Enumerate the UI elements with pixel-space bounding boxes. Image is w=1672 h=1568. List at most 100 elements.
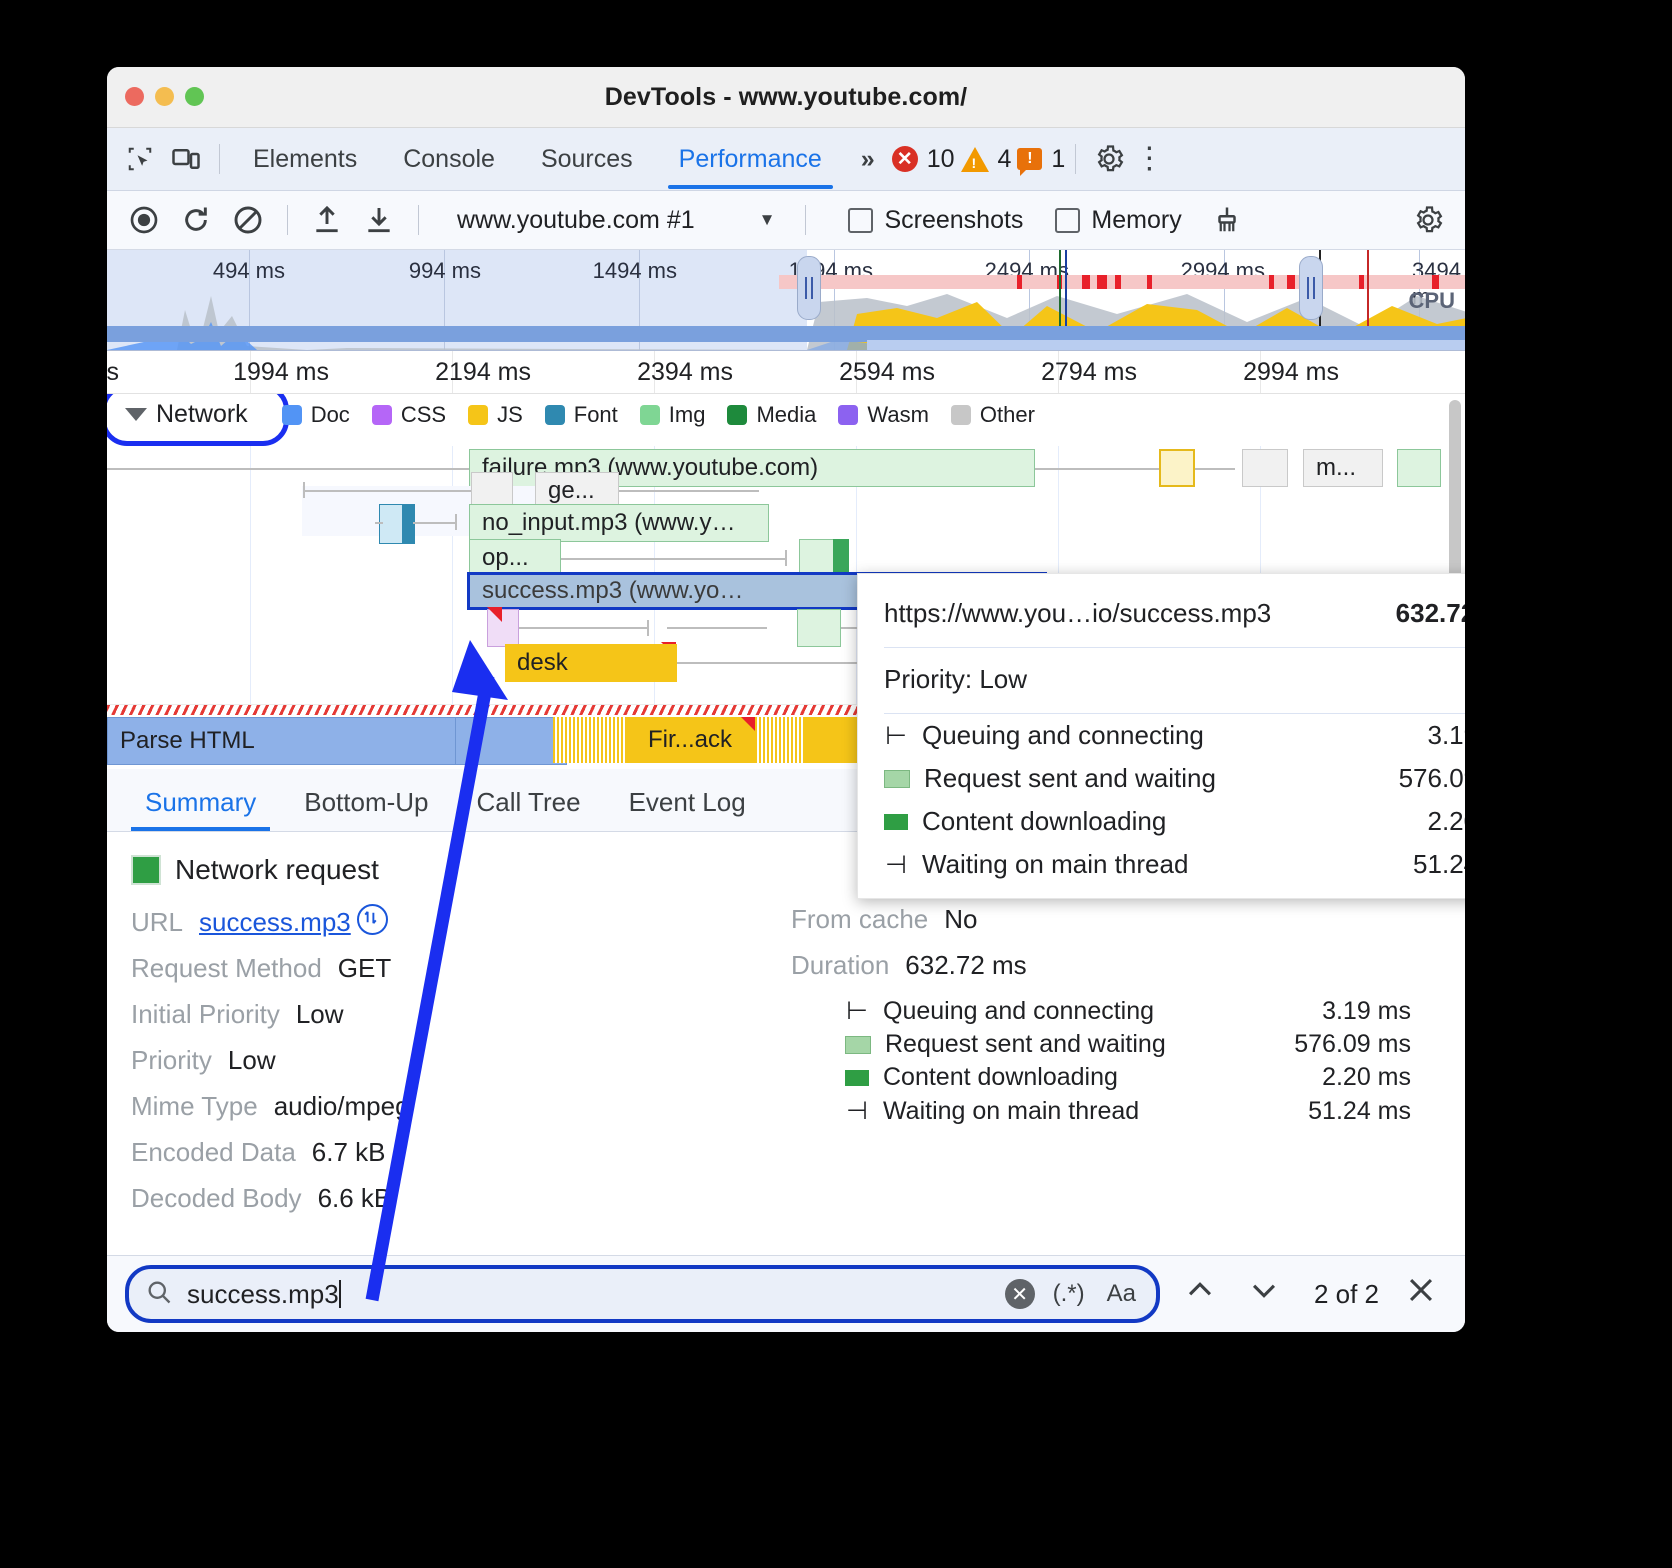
tab-performance[interactable]: Performance [656, 129, 845, 189]
summary-breakdown-content-downloading-label: Content downloading [883, 1063, 1118, 1092]
network-track-header[interactable]: Network Doc CSS JS Font Img Media Wasm O… [117, 398, 1035, 431]
flame-block-parse-html-2[interactable] [455, 717, 567, 765]
tab-summary[interactable]: Summary [121, 773, 280, 831]
perf-divider-1 [287, 205, 288, 235]
tab-sources[interactable]: Sources [518, 129, 656, 189]
memory-checkbox-box[interactable] [1055, 208, 1080, 233]
overview-left-handle[interactable] [797, 256, 821, 320]
search-match-count: 2 of 2 [1314, 1279, 1379, 1310]
network-request-bar-noinput[interactable]: no_input.mp3 (www.y… [469, 504, 769, 542]
match-case-toggle-button[interactable]: Aa [1103, 1280, 1140, 1308]
tab-console[interactable]: Console [380, 129, 518, 189]
load-profile-icon[interactable] [304, 198, 350, 242]
tooltip-row-request-sent-value: 576.09 ms [1399, 763, 1465, 794]
screenshots-checkbox-box[interactable] [848, 208, 873, 233]
tab-call-tree[interactable]: Call Tree [453, 773, 605, 831]
chevron-down-icon[interactable]: ▼ [759, 210, 776, 230]
recording-selector-label[interactable]: www.youtube.com #1 [457, 206, 695, 235]
devtools-tabbar: Elements Console Sources Performance » ✕… [107, 128, 1465, 191]
perf-divider-3 [805, 205, 806, 235]
reload-and-record-icon[interactable] [173, 198, 219, 242]
search-input[interactable]: success.mp3 [187, 1279, 991, 1310]
gear-icon[interactable] [1086, 137, 1132, 181]
bracket-end-icon: ⊣ [845, 1096, 869, 1126]
memory-checkbox[interactable]: Memory [1055, 206, 1181, 235]
tooltip-row-queuing: ⊢ Queuing and connecting 3.19 ms [884, 714, 1465, 757]
summary-key-mime-type: Mime Type [131, 1091, 258, 1122]
timeline-overview[interactable]: 494 ms 994 ms 1494 ms 1994 ms 2494 ms 29… [107, 250, 1465, 351]
search-prev-button[interactable] [1176, 1273, 1224, 1315]
perf-divider-2 [418, 205, 419, 235]
toolbar-divider [219, 144, 220, 174]
summary-row-mime-type: Mime Type audio/mpeg [131, 1091, 791, 1122]
summary-value-mime-type: audio/mpeg [274, 1091, 410, 1122]
screenshots-checkbox[interactable]: Screenshots [848, 206, 1023, 235]
overview-net-track-2 [867, 340, 1465, 350]
flame-block-parse-html[interactable]: Parse HTML [107, 717, 469, 765]
regex-toggle-button[interactable]: (.*) [1049, 1280, 1089, 1308]
network-request-bar-desk2[interactable] [645, 644, 677, 682]
issue-count[interactable]: ! 1 [1017, 145, 1065, 174]
overview-tick-1: 994 ms [409, 258, 489, 284]
more-tabs-icon[interactable]: » [845, 145, 886, 174]
network-request-bar-m[interactable]: m... [1303, 449, 1383, 487]
perf-settings-gear-icon[interactable] [1405, 198, 1451, 242]
summary-value-url[interactable]: success.mp3 [199, 907, 351, 937]
network-collapse-button[interactable]: Network [117, 398, 256, 431]
search-next-button[interactable] [1240, 1273, 1288, 1315]
collect-garbage-icon[interactable] [1204, 198, 1250, 242]
tooltip-row-content-downloading: Content downloading 2.20 ms [884, 800, 1465, 843]
device-toolbar-icon[interactable] [163, 137, 209, 181]
search-input-wrapper[interactable]: success.mp3 ✕ (.*) Aa [125, 1265, 1160, 1323]
timeline-ruler[interactable]: s 1994 ms 2194 ms 2394 ms 2594 ms 2794 m… [107, 351, 1465, 394]
summary-value-from-cache: No [944, 904, 977, 935]
summary-key-duration: Duration [791, 950, 889, 981]
summary-row-request-method: Request Method GET [131, 953, 791, 984]
network-request-bar-desk[interactable]: desk [505, 644, 645, 682]
kebab-menu-icon[interactable]: ⋮ [1132, 150, 1166, 168]
tab-bottom-up[interactable]: Bottom-Up [280, 773, 452, 831]
summary-heading-label: Network request [175, 854, 379, 886]
network-request-bar-img2[interactable] [1397, 449, 1441, 487]
network-track-scrollbar[interactable] [1449, 400, 1461, 590]
warning-count[interactable]: ! 4 [961, 145, 1012, 174]
network-request-bar-js[interactable] [1159, 449, 1195, 487]
close-icon[interactable] [1395, 1273, 1447, 1315]
triangle-down-icon[interactable] [125, 408, 147, 421]
tooltip-url: https://www.you…io/success.mp3 [884, 598, 1396, 629]
flame-block-fire[interactable]: Fir...ack [625, 717, 756, 763]
summary-breakdown-request-sent-value: 576.09 ms [1294, 1030, 1411, 1059]
performance-toolbar: www.youtube.com #1 ▼ Screenshots Memory [107, 191, 1465, 250]
summary-row-url: URL success.mp3 [131, 904, 791, 938]
ruler-tick-0: s [107, 358, 129, 387]
summary-breakdown-waiting-main-thread-label: Waiting on main thread [883, 1097, 1139, 1126]
network-request-bar-font[interactable] [379, 504, 415, 544]
tab-elements[interactable]: Elements [230, 129, 380, 189]
inspect-element-icon[interactable] [117, 137, 163, 181]
reveal-in-network-panel-icon[interactable] [357, 904, 388, 935]
network-legend: Doc CSS JS Font Img Media Wasm Other [282, 402, 1035, 428]
summary-breakdown-request-sent: Request sent and waiting 576.09 ms [845, 1030, 1411, 1059]
summary-value-encoded-data: 6.7 kB [312, 1137, 386, 1168]
overview-cpu-label: CPU [1409, 288, 1455, 314]
overview-right-handle[interactable] [1299, 256, 1323, 320]
summary-key-priority: Priority [131, 1045, 212, 1076]
summary-breakdown-waiting-main-thread: ⊣ Waiting on main thread 51.24 ms [845, 1096, 1411, 1126]
save-profile-icon[interactable] [356, 198, 402, 242]
legend-item-img: Img [640, 402, 706, 428]
error-count[interactable]: ✕ 10 [892, 145, 955, 174]
legend-item-media: Media [727, 402, 816, 428]
clear-input-icon[interactable]: ✕ [1005, 1279, 1035, 1309]
summary-key-from-cache: From cache [791, 904, 928, 935]
ruler-tick-2: 2194 ms [435, 358, 541, 387]
network-request-bar-img3[interactable] [797, 609, 841, 647]
tab-event-log[interactable]: Event Log [605, 773, 770, 831]
summary-row-priority: Priority Low [131, 1045, 791, 1076]
window-titlebar: DevTools - www.youtube.com/ [107, 67, 1465, 128]
network-request-bar-other[interactable] [1242, 449, 1288, 487]
summary-value-decoded-body: 6.6 kB [318, 1183, 392, 1214]
issue-icon: ! [1017, 148, 1042, 170]
record-icon[interactable] [121, 198, 167, 242]
ruler-tick-6: 2994 ms [1243, 358, 1349, 387]
clear-icon[interactable] [225, 198, 271, 242]
